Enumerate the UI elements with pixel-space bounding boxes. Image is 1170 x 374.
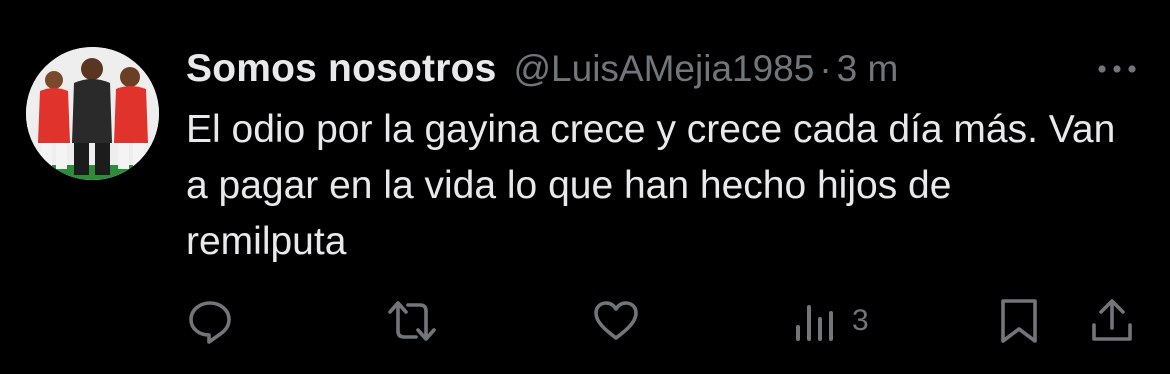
retweet-button[interactable]	[386, 297, 438, 345]
views-button[interactable]: 3	[794, 297, 869, 345]
tweet-header: Somos nosotros @LuisAMejia1985 · 3 m	[186, 44, 898, 94]
share-icon	[1092, 299, 1132, 341]
avatar[interactable]	[26, 47, 159, 180]
share-button[interactable]	[1088, 297, 1136, 345]
views-icon	[796, 305, 833, 341]
separator-dot: ·	[819, 48, 832, 89]
retweet-icon	[388, 301, 436, 341]
tweet-text: El odio por la gayina crece y crece cada…	[186, 108, 1116, 263]
views-count: 3	[852, 304, 869, 337]
ellipsis-icon	[1098, 65, 1136, 73]
timestamp[interactable]: 3 m	[837, 48, 899, 90]
heart-icon	[594, 301, 638, 340]
reply-button[interactable]	[186, 297, 234, 345]
display-name[interactable]: Somos nosotros	[186, 47, 497, 91]
bookmark-button[interactable]	[998, 297, 1040, 345]
more-options-button[interactable]	[1094, 56, 1140, 82]
tweet: Somos nosotros @LuisAMejia1985 · 3 m El …	[0, 0, 1170, 374]
reply-icon	[189, 301, 231, 344]
like-button[interactable]	[592, 297, 640, 345]
bookmark-icon	[1001, 299, 1037, 343]
user-handle[interactable]: @LuisAMejia1985	[514, 48, 815, 90]
